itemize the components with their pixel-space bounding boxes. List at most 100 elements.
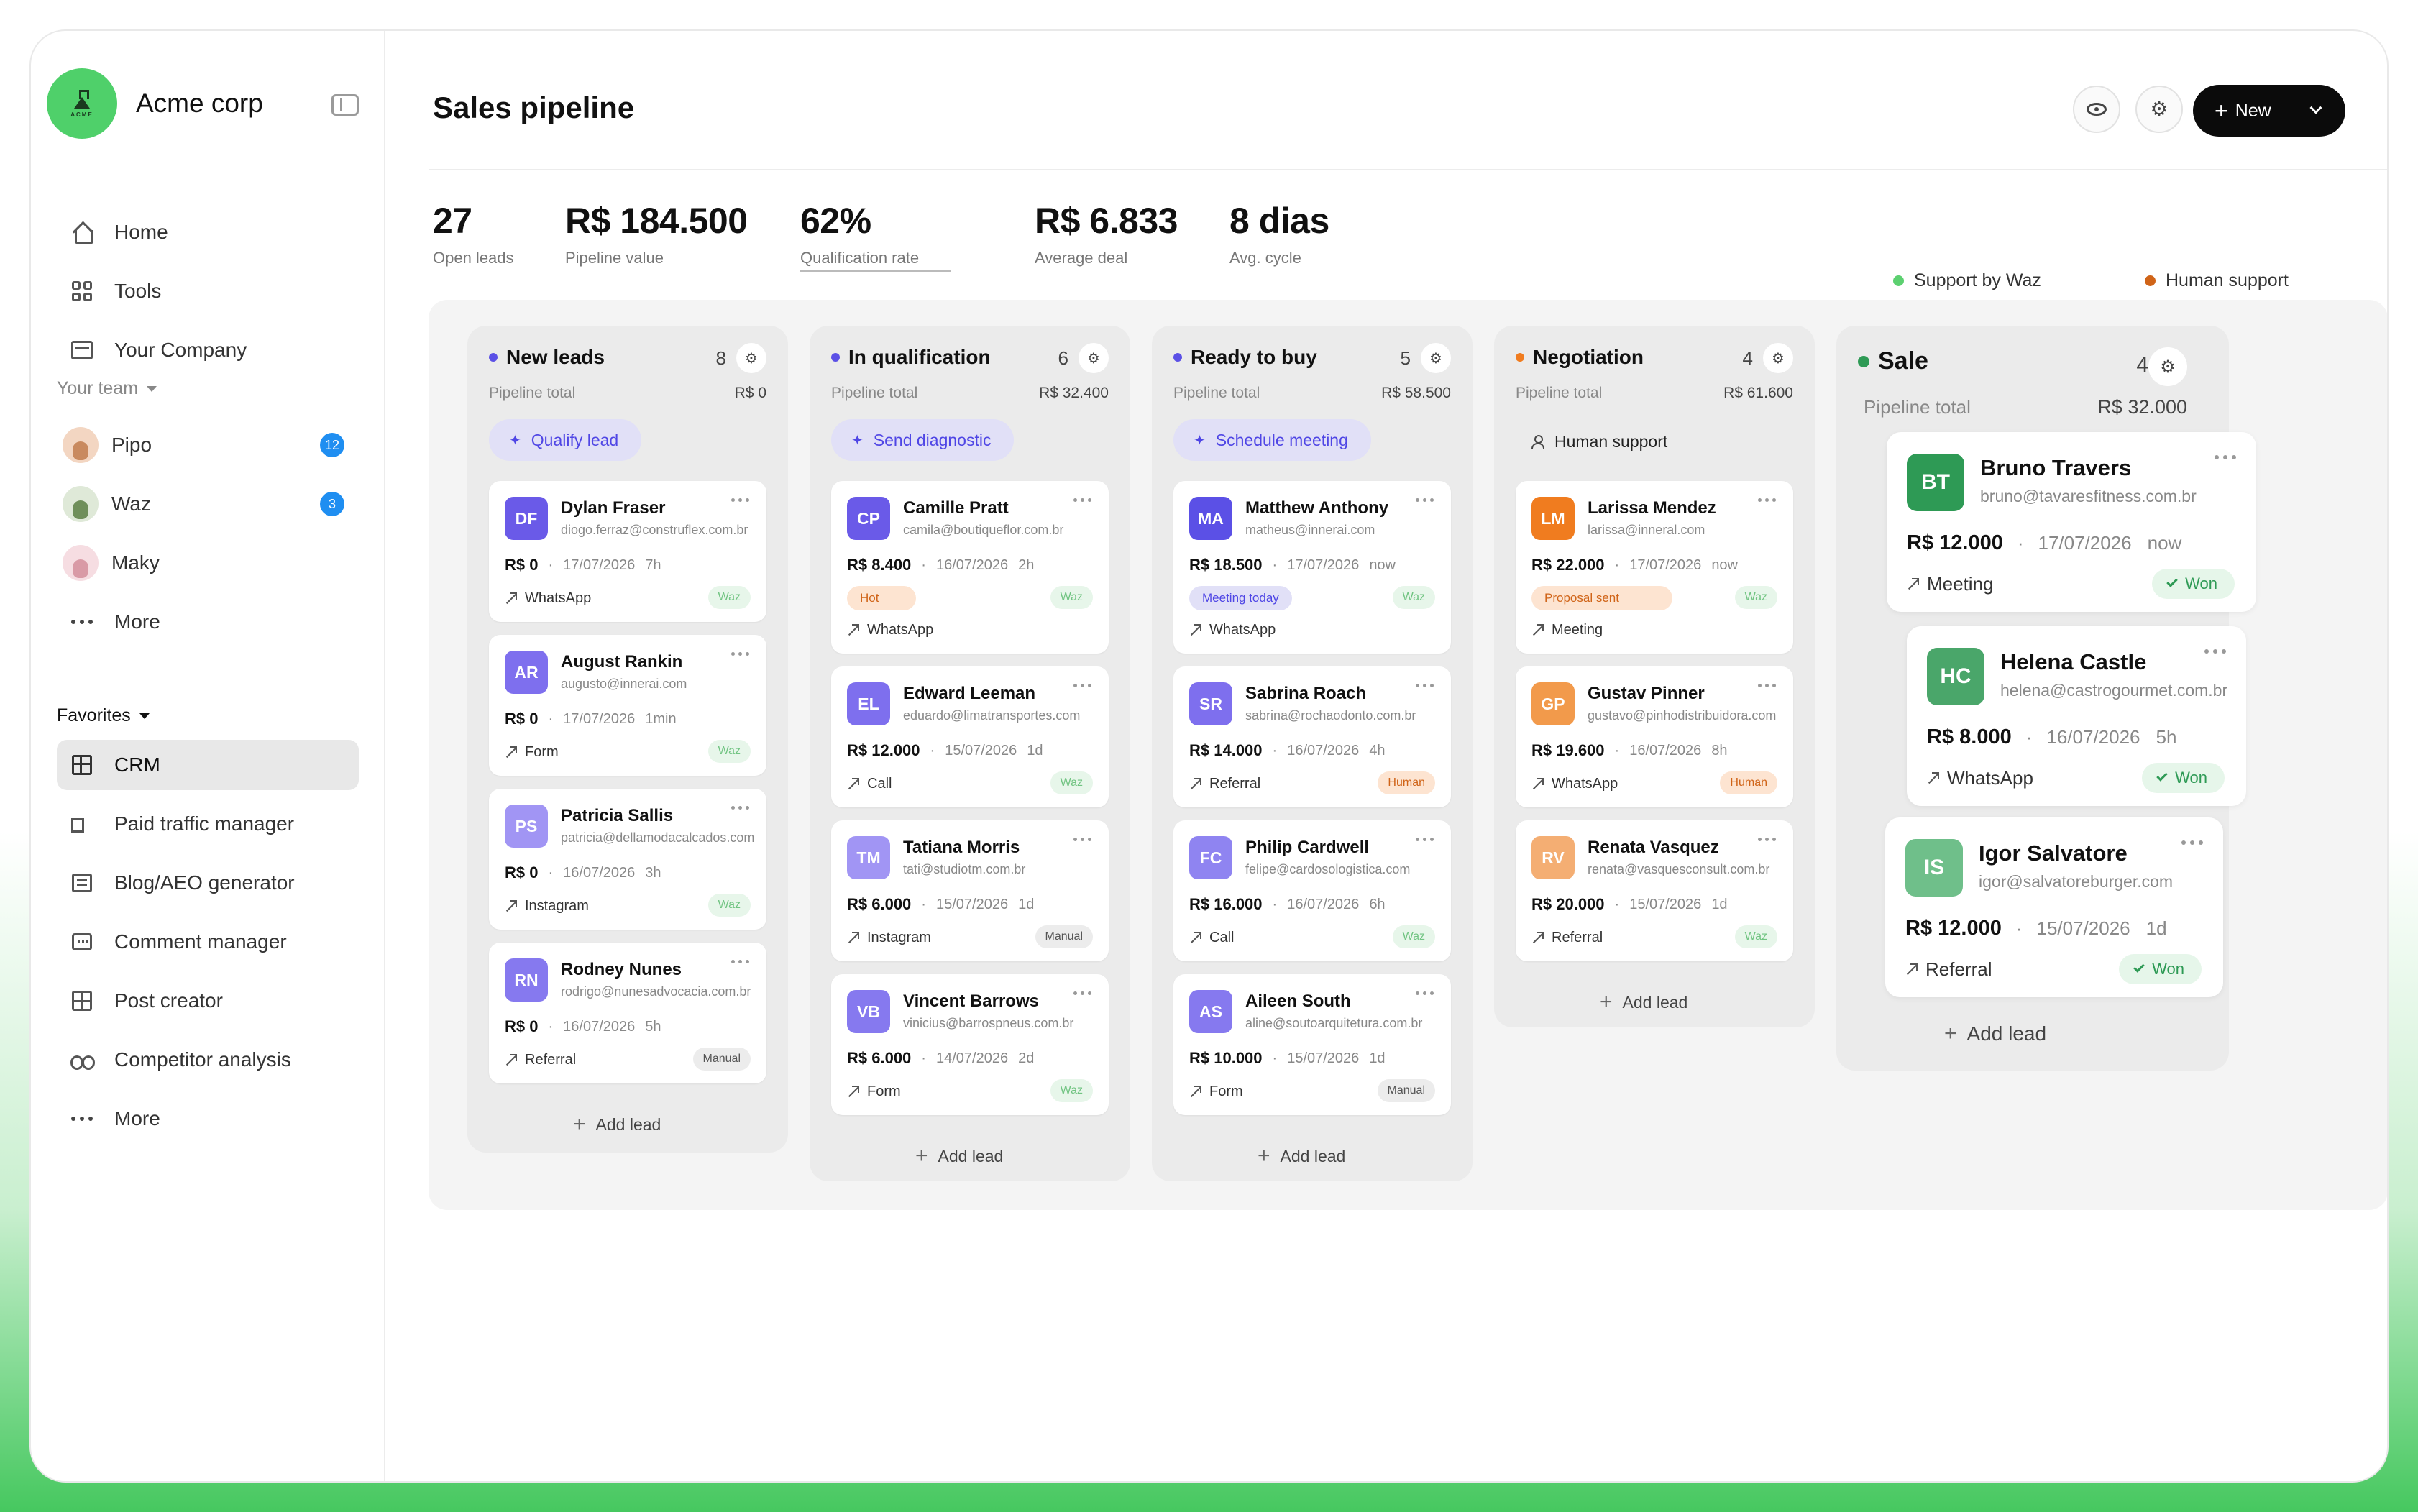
- lead-amount: R$ 8.400: [847, 556, 912, 574]
- lead-card[interactable]: TM Tatiana Morris tati@studiotm.com.br R$ 6…: [831, 820, 1109, 961]
- team-member-maky[interactable]: Maky: [57, 538, 359, 588]
- sidebar-item-paid-traffic[interactable]: Paid traffic manager: [57, 799, 359, 849]
- lead-card[interactable]: GP Gustav Pinner gustavo@pinhodistribuidor…: [1516, 666, 1793, 807]
- add-lead-button[interactable]: + Add lead: [915, 1144, 1003, 1168]
- card-menu-icon[interactable]: [1758, 838, 1776, 841]
- card-menu-icon[interactable]: [2181, 840, 2203, 845]
- card-menu-icon[interactable]: [1073, 838, 1091, 841]
- column-negotiation: Negotiation 4 ⚙ Pipeline total R$ 61.600 Huma…: [1494, 326, 1815, 1027]
- sidebar-item-post-creator[interactable]: Post creator: [57, 976, 359, 1026]
- column-action-button[interactable]: ✦ Schedule meeting: [1173, 419, 1371, 461]
- card-menu-icon[interactable]: [1416, 684, 1434, 687]
- card-menu-icon[interactable]: [1073, 498, 1091, 502]
- column-settings-button[interactable]: ⚙: [1763, 343, 1793, 373]
- add-lead-button[interactable]: + Add lead: [1258, 1144, 1345, 1168]
- column-settings-button[interactable]: ⚙: [736, 343, 766, 373]
- column-title-text: Ready to buy: [1191, 346, 1317, 368]
- arrow-up-right-icon: [505, 592, 517, 605]
- sidebar-item-tools[interactable]: Tools: [57, 266, 359, 316]
- team-member-waz[interactable]: Waz 3: [57, 479, 359, 529]
- lead-name: Patricia Sallis: [561, 806, 674, 825]
- team-section-toggle[interactable]: Your team: [57, 378, 157, 399]
- lead-source: WhatsApp: [1927, 767, 2033, 789]
- add-lead-button[interactable]: + Add lead: [1600, 990, 1687, 1014]
- column-action-button[interactable]: ✦ Qualify lead: [489, 419, 642, 461]
- card-menu-icon[interactable]: [1416, 498, 1434, 502]
- column-settings-button[interactable]: ⚙: [2148, 347, 2187, 386]
- lead-card[interactable]: CP Camille Pratt camila@boutiqueflor.com.b…: [831, 481, 1109, 654]
- sidebar-item-comment-manager[interactable]: Comment manager: [57, 917, 359, 967]
- card-menu-icon[interactable]: [1758, 498, 1776, 502]
- column-count: 8: [715, 347, 726, 369]
- pipeline-total-label: Pipeline total: [489, 385, 576, 401]
- column-settings-button[interactable]: ⚙: [1421, 343, 1451, 373]
- chevron-down-icon[interactable]: [2309, 101, 2322, 114]
- acme-logo: ACME: [47, 68, 117, 139]
- column-title-text: Negotiation: [1533, 346, 1644, 368]
- lead-card[interactable]: LM Larissa Mendez larissa@inneral.com R$ 22…: [1516, 481, 1793, 654]
- sidebar-item-competitor-analysis[interactable]: Competitor analysis: [57, 1035, 359, 1085]
- team-more[interactable]: More: [57, 597, 359, 647]
- won-deal-card[interactable]: HC Helena Castle helena@castrogourmet.com.…: [1907, 626, 2246, 806]
- lead-age: 2d: [1018, 1050, 1035, 1066]
- lead-name: Vincent Barrows: [903, 991, 1039, 1011]
- new-button[interactable]: + New: [2193, 85, 2345, 137]
- sidebar-collapse-icon[interactable]: [331, 94, 359, 116]
- plus-icon: +: [915, 1144, 928, 1168]
- lead-source-text: Referral: [1925, 958, 1992, 980]
- sidebar-item-label: More: [114, 610, 160, 633]
- won-badge: Won: [2152, 569, 2235, 599]
- lead-card[interactable]: VB Vincent Barrows vinicius@barrospneus.co…: [831, 974, 1109, 1115]
- lead-card[interactable]: EL Edward Leeman eduardo@limatransportes.c…: [831, 666, 1109, 807]
- stat-qualification-rate[interactable]: 62% Qualification rate: [800, 200, 951, 272]
- lead-meta: R$ 14.000 · 16/07/2026 4h: [1189, 741, 1386, 759]
- column-settings-button[interactable]: ⚙: [1079, 343, 1109, 373]
- plus-icon: +: [1258, 1144, 1270, 1168]
- stat-average-deal: R$ 6.833 Average deal: [1035, 200, 1178, 267]
- card-menu-icon[interactable]: [1073, 684, 1091, 687]
- lead-card[interactable]: AS Aileen South aline@soutoarquitetura.com…: [1173, 974, 1451, 1115]
- team-member-pipo[interactable]: Pipo 12: [57, 420, 359, 470]
- card-menu-icon[interactable]: [1073, 991, 1091, 995]
- lead-card[interactable]: RV Renata Vasquez renata@vasquesconsult.co…: [1516, 820, 1793, 961]
- lead-card[interactable]: DF Dylan Fraser diogo.ferraz@construflex.c…: [489, 481, 766, 622]
- settings-button[interactable]: ⚙: [2135, 86, 2183, 133]
- sidebar-item-your-company[interactable]: Your Company: [57, 325, 359, 375]
- avatar: [63, 486, 99, 522]
- card-menu-icon[interactable]: [731, 960, 749, 963]
- card-menu-icon[interactable]: [731, 498, 749, 502]
- column-action-button[interactable]: ✦ Send diagnostic: [831, 419, 1015, 461]
- won-deal-card[interactable]: BT Bruno Travers bruno@tavaresfitness.com.…: [1887, 432, 2256, 612]
- plus-icon: +: [1600, 990, 1613, 1014]
- column-ready-to-buy: Ready to buy 5 ⚙ Pipeline total R$ 58.500 ✦ Sc…: [1152, 326, 1473, 1181]
- won-deal-card[interactable]: IS Igor Salvatore igor@salvatoreburger.com…: [1885, 817, 2223, 997]
- lead-avatar: VB: [847, 990, 890, 1033]
- card-menu-icon[interactable]: [2204, 649, 2226, 654]
- arrow-up-right-icon: [1927, 771, 1939, 784]
- lead-amount: R$ 16.000: [1189, 895, 1263, 913]
- lead-card[interactable]: AR August Rankin augusto@innerai.com R$ 0 · 1…: [489, 635, 766, 776]
- add-lead-button[interactable]: + Add lead: [573, 1112, 661, 1137]
- lead-card[interactable]: SR Sabrina Roach sabrina@rochaodonto.com.b…: [1173, 666, 1451, 807]
- favorites-more[interactable]: More: [57, 1094, 359, 1144]
- lead-card[interactable]: PS Patricia Sallis patricia@dellamodacalca…: [489, 789, 766, 930]
- card-menu-icon[interactable]: [731, 652, 749, 656]
- lead-card[interactable]: FC Philip Cardwell felipe@cardosologistica…: [1173, 820, 1451, 961]
- lead-age: 8h: [1711, 742, 1728, 759]
- sidebar-item-crm[interactable]: CRM: [57, 740, 359, 790]
- brand[interactable]: ACME Acme corp: [47, 68, 263, 139]
- view-toggle-button[interactable]: [2073, 86, 2120, 133]
- add-lead-button[interactable]: + Add lead: [1944, 1022, 2046, 1046]
- lead-card[interactable]: RN Rodney Nunes rodrigo@nunesadvocacia.com…: [489, 943, 766, 1083]
- gear-icon: ⚙: [1087, 350, 1100, 367]
- card-menu-icon[interactable]: [1416, 991, 1434, 995]
- favorites-section-toggle[interactable]: Favorites: [57, 705, 150, 726]
- card-menu-icon[interactable]: [1758, 684, 1776, 687]
- lead-card[interactable]: MA Matthew Anthony matheus@innerai.com R$ 1…: [1173, 481, 1451, 654]
- card-menu-icon[interactable]: [1416, 838, 1434, 841]
- sidebar-item-home[interactable]: Home: [57, 207, 359, 257]
- sidebar-item-blog-generator[interactable]: Blog/AEO generator: [57, 858, 359, 908]
- card-menu-icon[interactable]: [731, 806, 749, 810]
- card-menu-icon[interactable]: [2215, 455, 2236, 459]
- lead-age: 4h: [1369, 742, 1386, 759]
